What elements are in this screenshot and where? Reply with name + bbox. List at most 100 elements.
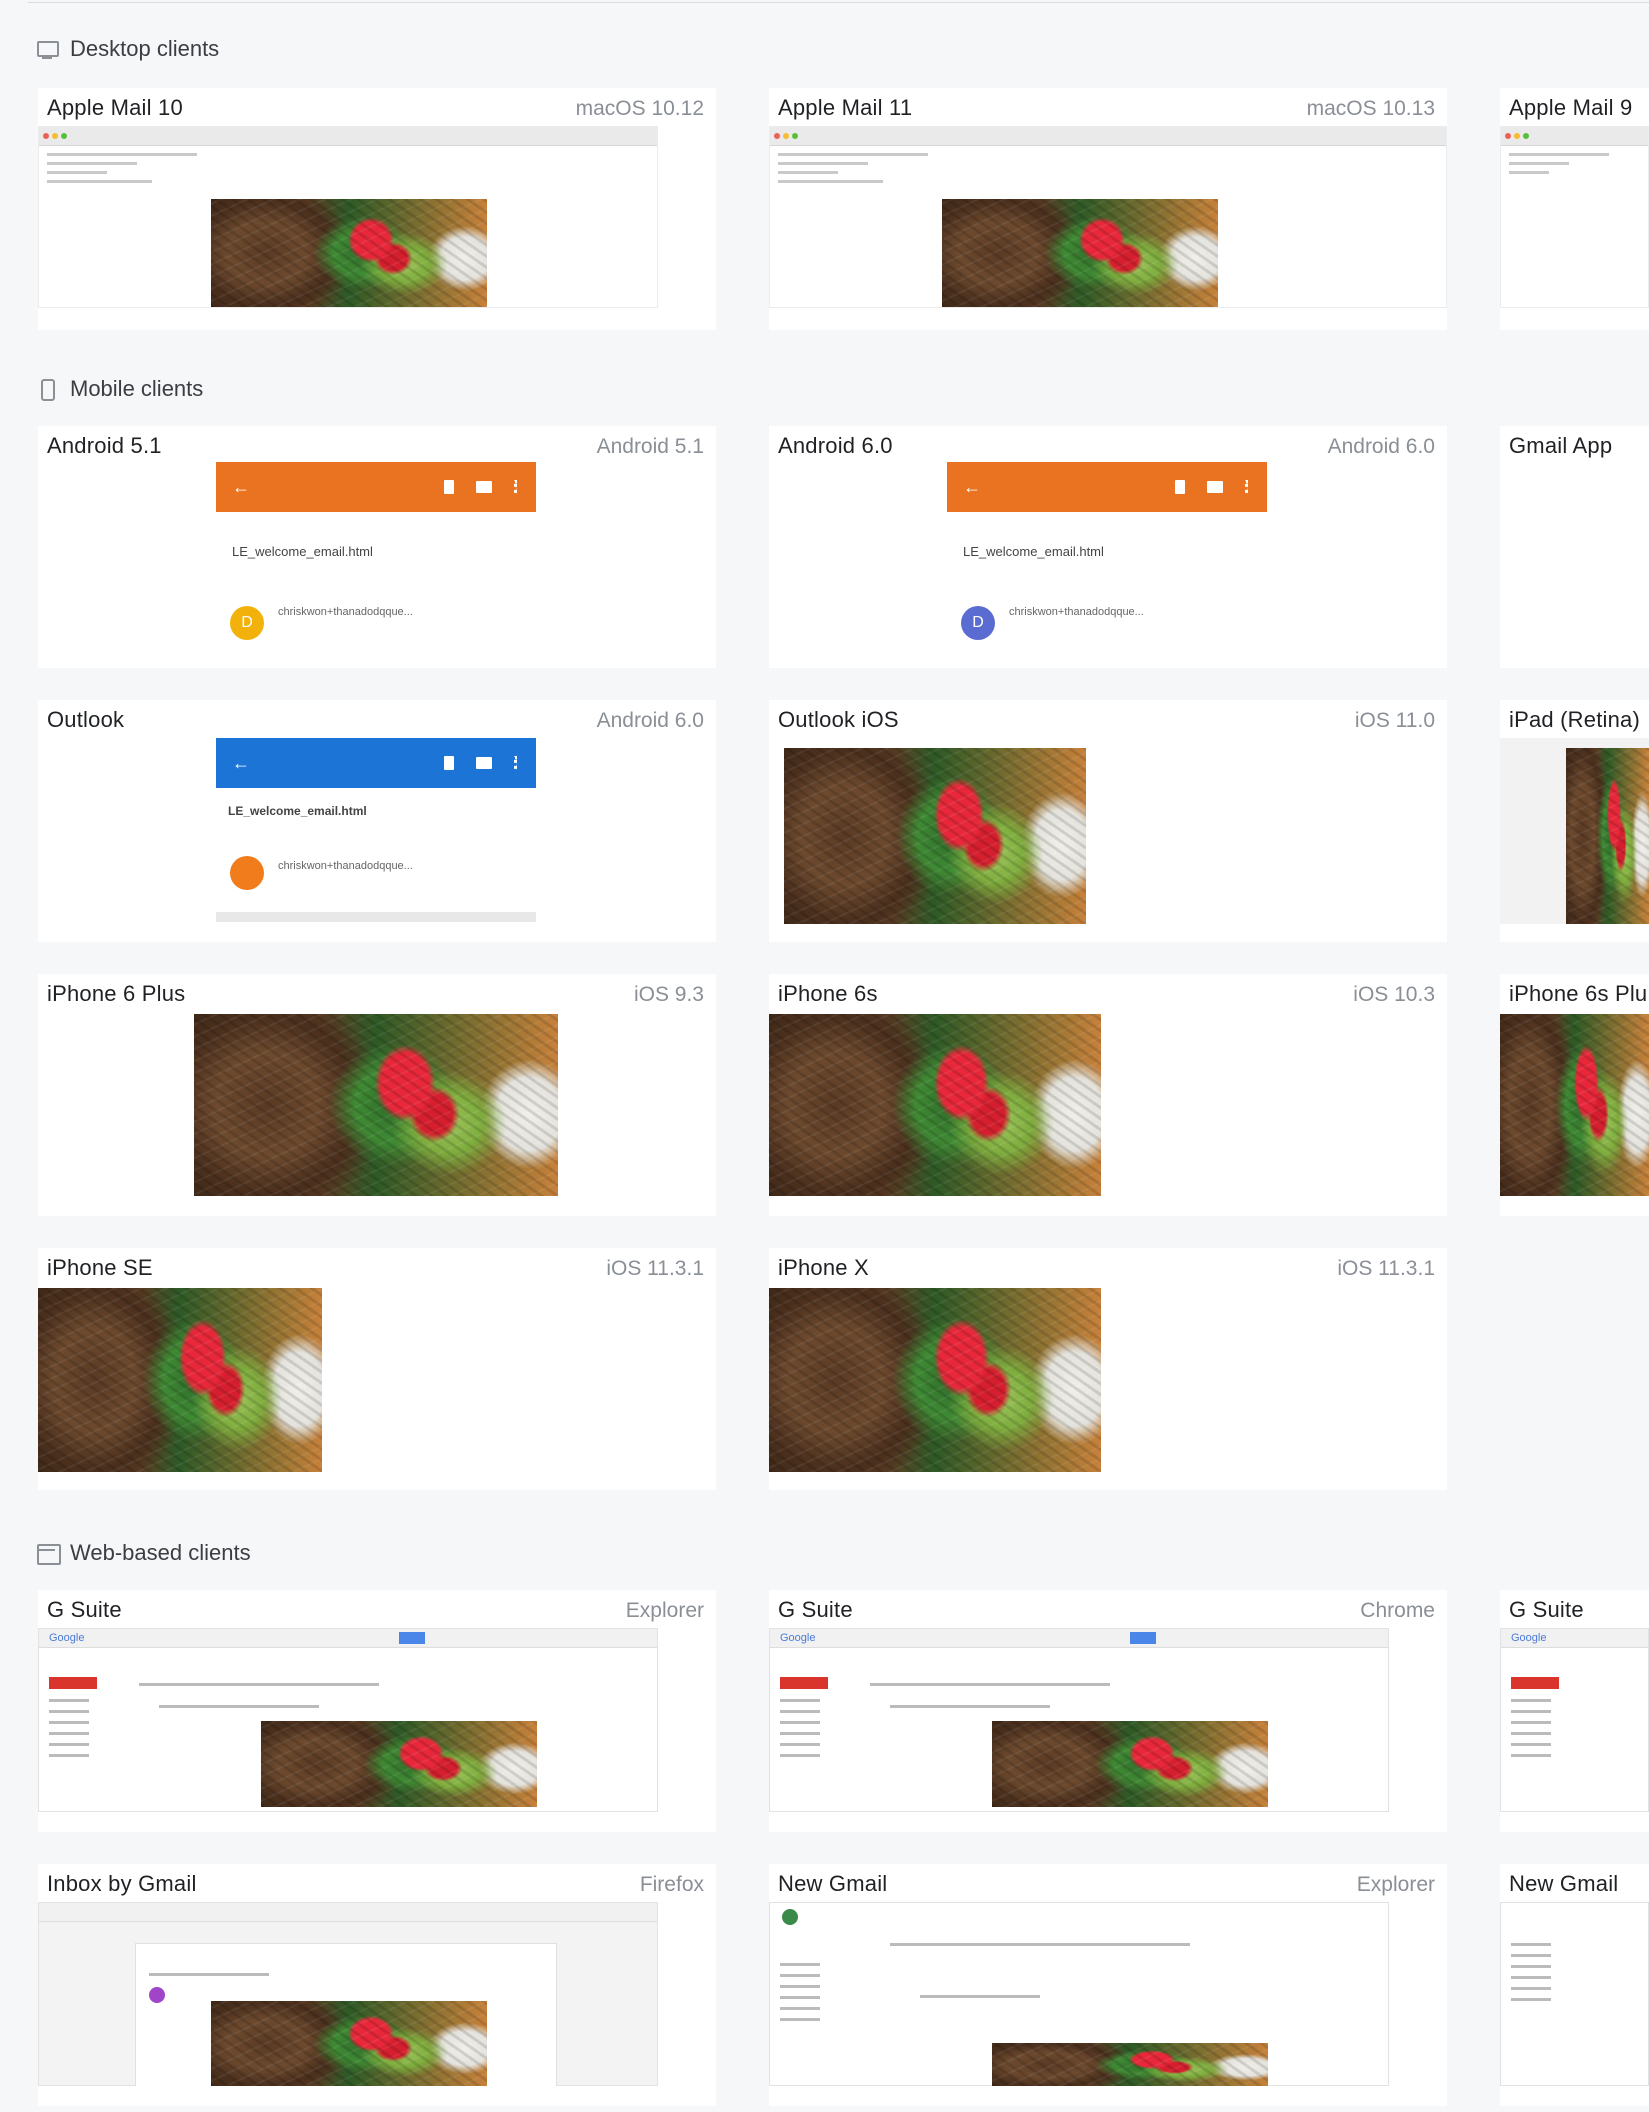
client-platform: iOS 11.3.1 bbox=[606, 1257, 704, 1280]
client-card-iphone-6s[interactable]: iPhone 6s iOS 10.3 bbox=[769, 974, 1447, 1216]
browser-toolbar bbox=[770, 1629, 1388, 1648]
screenshot-preview[interactable]: ← LE_welcome_email.html D chriskwon+than… bbox=[947, 462, 1267, 652]
food-photo bbox=[194, 1014, 558, 1196]
food-photo bbox=[992, 2043, 1268, 2086]
nav-list bbox=[780, 1699, 820, 1765]
top-divider bbox=[28, 2, 1649, 3]
bottom-bar bbox=[216, 912, 536, 922]
screenshot-preview[interactable]: Google bbox=[1500, 1628, 1649, 1812]
client-platform: Android 6.0 bbox=[1327, 435, 1435, 458]
screenshot-preview[interactable] bbox=[38, 126, 658, 308]
browser-window-icon bbox=[36, 1542, 61, 1565]
screenshot-preview[interactable] bbox=[769, 1902, 1389, 2086]
google-logo: Google bbox=[780, 1632, 816, 1644]
screenshot-preview[interactable] bbox=[769, 126, 1447, 308]
screenshot-preview[interactable] bbox=[1500, 126, 1649, 308]
client-card-outlook-ios[interactable]: Outlook iOS iOS 11.0 bbox=[769, 700, 1447, 942]
screenshot-preview[interactable] bbox=[194, 1014, 558, 1196]
screenshot-preview[interactable] bbox=[784, 748, 1086, 924]
screenshot-preview[interactable]: Google bbox=[38, 1628, 658, 1812]
client-card-gsuite-explorer[interactable]: G Suite Explorer Google bbox=[38, 1590, 716, 1832]
client-card-apple-mail-10[interactable]: Apple Mail 10 macOS 10.12 bbox=[38, 88, 716, 330]
envelope-icon bbox=[476, 481, 492, 493]
section-desktop-title: Desktop clients bbox=[70, 36, 220, 61]
android-app-bar: ← bbox=[216, 462, 536, 512]
client-card-gsuite-3[interactable]: G Suite Google bbox=[1500, 1590, 1649, 1832]
section-mobile-title: Mobile clients bbox=[70, 376, 204, 401]
compose-button bbox=[1511, 1677, 1559, 1689]
screenshot-preview[interactable] bbox=[38, 1902, 658, 2086]
mac-mail-window bbox=[38, 126, 658, 308]
message-row bbox=[139, 1683, 379, 1686]
back-arrow-icon: ← bbox=[963, 476, 981, 497]
client-card-gsuite-chrome[interactable]: G Suite Chrome Google bbox=[769, 1590, 1447, 1832]
client-platform: Chrome bbox=[1360, 1599, 1435, 1622]
client-card-apple-mail-9[interactable]: Apple Mail 9 bbox=[1500, 88, 1649, 330]
food-photo bbox=[211, 199, 487, 307]
back-arrow-icon: ← bbox=[232, 476, 250, 497]
client-card-gmail-app[interactable]: Gmail App bbox=[1500, 426, 1649, 668]
phone-icon bbox=[36, 378, 58, 401]
screenshot-preview[interactable]: ← LE_welcome_email.html chriskwon+thanad… bbox=[216, 738, 536, 922]
client-platform: macOS 10.12 bbox=[575, 97, 704, 120]
avatar bbox=[149, 1987, 165, 2003]
gmail-window bbox=[769, 1902, 1389, 2086]
client-title: iPhone 6s bbox=[778, 981, 878, 1006]
client-title: Android 6.0 bbox=[778, 433, 893, 458]
client-card-android-5-1[interactable]: Android 5.1 Android 5.1 ← LE_welcome_ema… bbox=[38, 426, 716, 668]
monitor-icon bbox=[36, 38, 59, 60]
food-photo bbox=[992, 1721, 1268, 1807]
client-card-new-gmail-3[interactable]: New Gmail bbox=[1500, 1864, 1649, 2106]
more-vert-icon bbox=[514, 756, 520, 770]
screenshot-preview[interactable]: ← LE_welcome_email.html D chriskwon+than… bbox=[216, 462, 536, 652]
food-photo bbox=[1566, 748, 1649, 924]
sender-line: chriskwon+thanadodqque... bbox=[278, 860, 413, 872]
client-title: iPhone SE bbox=[47, 1255, 153, 1280]
google-logo: Google bbox=[49, 1632, 85, 1644]
screenshot-preview[interactable] bbox=[769, 1014, 1101, 1196]
client-card-android-6-0[interactable]: Android 6.0 Android 6.0 ← LE_welcome_ema… bbox=[769, 426, 1447, 668]
client-platform: iOS 10.3 bbox=[1353, 983, 1435, 1006]
client-card-iphone-x[interactable]: iPhone X iOS 11.3.1 bbox=[769, 1248, 1447, 1490]
food-photo bbox=[942, 199, 1218, 307]
compose-button bbox=[49, 1677, 97, 1689]
food-photo bbox=[769, 1014, 1101, 1196]
client-title: Gmail App bbox=[1509, 433, 1613, 458]
client-platform: Firefox bbox=[639, 1873, 704, 1896]
client-card-iphone-6s-plus[interactable]: iPhone 6s Plu bbox=[1500, 974, 1649, 1216]
client-card-apple-mail-11[interactable]: Apple Mail 11 macOS 10.13 bbox=[769, 88, 1447, 330]
search-bar bbox=[890, 1943, 1190, 1946]
client-title: G Suite bbox=[1509, 1597, 1584, 1622]
screenshot-preview[interactable] bbox=[1500, 1014, 1649, 1196]
client-card-ipad-retina[interactable]: iPad (Retina) bbox=[1500, 700, 1649, 942]
client-card-new-gmail-explorer[interactable]: New Gmail Explorer bbox=[769, 1864, 1447, 2106]
screenshot-preview[interactable] bbox=[1500, 738, 1649, 924]
client-card-inbox-by-gmail[interactable]: Inbox by Gmail Firefox bbox=[38, 1864, 716, 2106]
avatar bbox=[782, 1909, 798, 1925]
screenshot-preview[interactable] bbox=[769, 1288, 1101, 1472]
client-title: Outlook bbox=[47, 707, 125, 732]
section-desktop-header: Desktop clients bbox=[36, 34, 219, 64]
window-toolbar bbox=[770, 127, 1446, 146]
nav-list bbox=[1511, 1943, 1551, 2009]
message-row bbox=[920, 1995, 1040, 1998]
client-platform: Android 6.0 bbox=[596, 709, 704, 732]
client-title: Inbox by Gmail bbox=[47, 1871, 197, 1896]
gmail-window: Google bbox=[38, 1628, 658, 1812]
nav-list bbox=[780, 1963, 820, 2029]
screenshot-preview[interactable] bbox=[38, 1288, 322, 1472]
food-photo bbox=[38, 1288, 322, 1472]
client-title: iPad (Retina) bbox=[1509, 707, 1640, 732]
nav-list bbox=[49, 1699, 89, 1765]
message-row bbox=[890, 1705, 1050, 1708]
client-card-iphone-6-plus[interactable]: iPhone 6 Plus iOS 9.3 bbox=[38, 974, 716, 1216]
client-card-iphone-se[interactable]: iPhone SE iOS 11.3.1 bbox=[38, 1248, 716, 1490]
screenshot-preview[interactable] bbox=[1500, 1902, 1649, 2086]
client-card-outlook-android[interactable]: Outlook Android 6.0 ← LE_welcome_email.h… bbox=[38, 700, 716, 942]
inbox-window bbox=[38, 1902, 658, 2086]
client-title: Apple Mail 10 bbox=[47, 95, 183, 120]
screenshot-preview[interactable]: Google bbox=[769, 1628, 1389, 1812]
sender-line: chriskwon+thanadodqque... bbox=[1009, 606, 1144, 618]
back-arrow-icon: ← bbox=[232, 752, 250, 773]
client-title: iPhone 6s Plu bbox=[1509, 981, 1648, 1006]
